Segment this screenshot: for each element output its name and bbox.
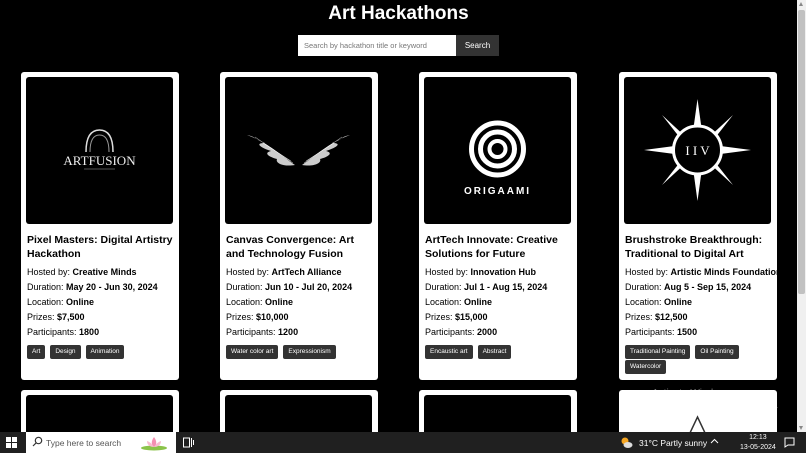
card-title: Pixel Masters: Digital Artistry Hackatho… bbox=[27, 234, 173, 260]
search-icon bbox=[32, 436, 43, 447]
card-logo-image: I I V bbox=[624, 77, 771, 224]
scroll-up-icon[interactable] bbox=[799, 2, 803, 6]
taskbar-search-placeholder: Type here to search bbox=[46, 437, 122, 448]
card-duration: Duration: Aug 5 - Sep 15, 2024 bbox=[625, 282, 752, 292]
search-bar: Search bbox=[298, 35, 499, 56]
tag[interactable]: Art bbox=[27, 345, 46, 359]
task-view-icon[interactable] bbox=[183, 437, 194, 448]
logo-text: ARTFUSION bbox=[63, 153, 136, 168]
card-prizes: Prizes: $15,000 bbox=[425, 312, 488, 322]
notification-icon[interactable] bbox=[784, 437, 795, 448]
wings-icon bbox=[247, 135, 350, 166]
card-location: Location: Online bbox=[27, 297, 95, 307]
taskbar-search[interactable]: Type here to search bbox=[26, 432, 176, 453]
card-logo-image: ORIGAAMI bbox=[424, 77, 571, 224]
hackathon-card[interactable] bbox=[220, 390, 378, 432]
logo-text: I I V bbox=[685, 143, 710, 158]
weather-text: 31°C Partly sunny bbox=[639, 437, 708, 448]
windows-start-icon[interactable] bbox=[6, 437, 17, 448]
card-prizes: Prizes: $12,500 bbox=[625, 312, 688, 322]
clock-time: 12:13 bbox=[749, 434, 767, 441]
tag-list: Water color art Expressionism bbox=[226, 345, 376, 359]
arch-icon: ARTFUSION bbox=[63, 129, 136, 170]
card-host: Hosted by: ArtTech Alliance bbox=[226, 267, 342, 277]
scrollbar-thumb[interactable] bbox=[798, 10, 805, 294]
card-logo-image bbox=[225, 395, 372, 432]
concentric-circles-icon: ORIGAAMI bbox=[464, 120, 531, 197]
hackathon-card[interactable] bbox=[21, 390, 179, 432]
hackathon-card[interactable] bbox=[419, 390, 577, 432]
card-title: Canvas Convergence: Art and Technology F… bbox=[226, 234, 354, 260]
compass-star-icon: I I V bbox=[644, 99, 751, 201]
hackathon-card[interactable]: I I V Brushstroke Breakthrough: Traditio… bbox=[619, 72, 782, 380]
tag[interactable]: Oil Painting bbox=[695, 345, 739, 359]
card-location: Location: Online bbox=[226, 297, 294, 307]
page-title: Art Hackathons bbox=[328, 3, 469, 24]
tag-list: Encaustic art Abstract bbox=[425, 345, 575, 359]
card-location: Location: Online bbox=[425, 297, 493, 307]
tag[interactable]: Abstract bbox=[477, 345, 512, 359]
card-duration: Duration: Jun 10 - Jul 20, 2024 bbox=[226, 282, 353, 292]
card-participants: Participants: 2000 bbox=[425, 327, 498, 337]
tag[interactable]: Encaustic art bbox=[425, 345, 473, 359]
card-participants: Participants: 1500 bbox=[625, 327, 698, 337]
tag[interactable]: Watercolor bbox=[625, 360, 667, 374]
card-host: Hosted by: Artistic Minds Foundation bbox=[625, 267, 782, 277]
tag[interactable]: Traditional Painting bbox=[625, 345, 691, 359]
lotus-icon bbox=[141, 437, 167, 451]
card-prizes: Prizes: $7,500 bbox=[27, 312, 85, 322]
hackathon-card[interactable]: Canvas Convergence: Art and Technology F… bbox=[220, 72, 378, 380]
weather-widget[interactable]: 31°C Partly sunny bbox=[620, 436, 707, 449]
chevron-up-icon[interactable] bbox=[710, 437, 719, 446]
tag[interactable]: Water color art bbox=[226, 345, 279, 359]
hackathon-card[interactable]: ORIGAAMI ArtTech Innovate: Creative Solu… bbox=[419, 72, 577, 380]
hackathon-card[interactable]: ARTFUSION Pixel Masters: Digital Artistr… bbox=[21, 72, 179, 380]
vertical-scrollbar[interactable] bbox=[797, 0, 806, 432]
search-input[interactable] bbox=[298, 35, 456, 56]
tag[interactable]: Animation bbox=[85, 345, 125, 359]
search-button[interactable]: Search bbox=[456, 35, 499, 56]
tag[interactable]: Design bbox=[50, 345, 81, 359]
card-host: Hosted by: Creative Minds bbox=[27, 267, 137, 277]
card-host: Hosted by: Innovation Hub bbox=[425, 267, 537, 277]
card-title: ArtTech Innovate: Creative Solutions for… bbox=[425, 234, 558, 260]
card-duration: Duration: May 20 - Jun 30, 2024 bbox=[27, 282, 158, 292]
card-logo-image bbox=[225, 77, 372, 224]
card-participants: Participants: 1200 bbox=[226, 327, 299, 337]
logo-text: ORIGAAMI bbox=[464, 186, 531, 197]
tag-list: Art Design Animation bbox=[27, 345, 177, 359]
taskbar: Type here to search 31°C Partly sunny 12… bbox=[0, 432, 806, 453]
scroll-down-icon[interactable] bbox=[799, 426, 803, 430]
card-prizes: Prizes: $10,000 bbox=[226, 312, 289, 322]
tag[interactable]: Expressionism bbox=[283, 345, 336, 359]
tag-list: Traditional Painting Oil Painting Waterc… bbox=[625, 345, 775, 374]
activate-windows-watermark: Activate Windows Go to Settings to activ… bbox=[652, 388, 779, 410]
card-logo-image: ARTFUSION bbox=[26, 77, 173, 224]
card-duration: Duration: Jul 1 - Aug 15, 2024 bbox=[425, 282, 548, 292]
card-title: Brushstroke Breakthrough: Traditional to… bbox=[625, 234, 763, 260]
card-logo-image bbox=[26, 395, 173, 432]
partly-sunny-icon bbox=[621, 437, 633, 448]
page: Art Hackathons Search ARTFUSION Pixel Ma… bbox=[0, 0, 797, 432]
card-participants: Participants: 1800 bbox=[27, 327, 100, 337]
card-logo-image bbox=[424, 395, 571, 432]
card-location: Location: Online bbox=[625, 297, 693, 307]
clock-date: 13-05-2024 bbox=[740, 444, 776, 451]
clock[interactable]: 12:13 13-05-2024 bbox=[740, 433, 776, 453]
